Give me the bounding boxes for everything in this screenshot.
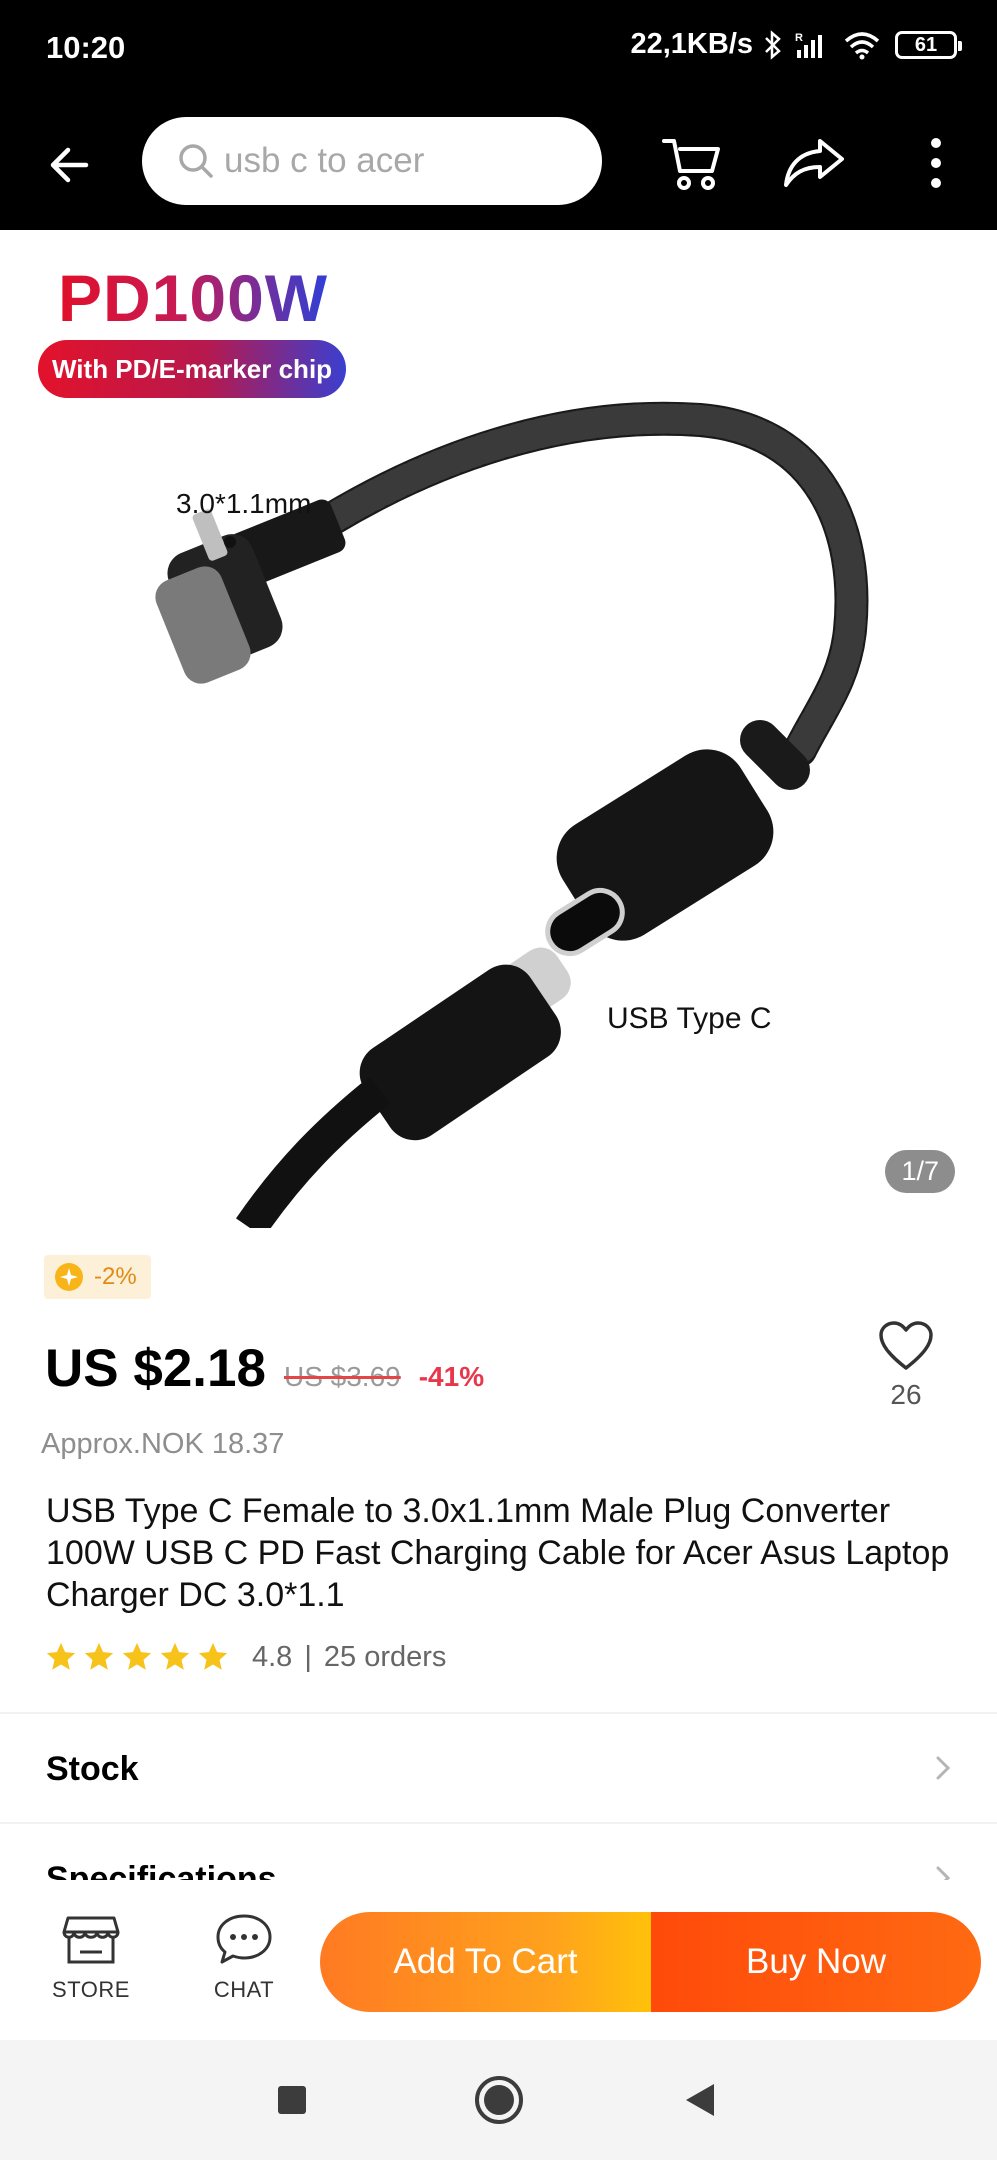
chat-label: CHAT: [213, 1977, 275, 2002]
wishlist-count: 26: [890, 1379, 922, 1410]
buy-now-button[interactable]: Buy Now: [651, 1912, 981, 2012]
battery-indicator: 61: [895, 30, 962, 59]
status-bar: 10:20 22,1KB/s R 61: [0, 0, 997, 95]
specifications-label: Specifications: [46, 1860, 277, 1880]
original-price: US $3.69: [283, 1361, 401, 1392]
star-icon: [198, 1642, 228, 1670]
top-nav: usb c to acer: [0, 95, 997, 230]
heart-icon: [879, 1321, 933, 1370]
chevron-right-icon: [936, 1866, 951, 1880]
bluetooth-icon: [765, 29, 781, 60]
coin-discount-badge[interactable]: -2%: [44, 1255, 151, 1299]
bottom-action-bar: STORE CHAT Add To Cart Buy Now: [0, 1880, 997, 2040]
status-time: 10:20: [46, 30, 126, 65]
image-label-dc: 3.0*1.1mm: [176, 488, 312, 519]
recents-button[interactable]: [262, 2070, 322, 2130]
image-label-usbc: USB Type C: [607, 1002, 772, 1035]
cart-button[interactable]: [660, 131, 724, 195]
rating-separator: |: [304, 1640, 312, 1673]
chevron-right-icon: [936, 1756, 951, 1780]
add-to-cart-button[interactable]: Add To Cart: [320, 1912, 651, 2012]
share-icon: [784, 139, 844, 187]
star-icon: [122, 1642, 152, 1670]
chat-button[interactable]: CHAT: [184, 1912, 304, 2003]
wishlist-button[interactable]: 26: [876, 1320, 936, 1411]
star-icon: [160, 1642, 190, 1670]
store-button[interactable]: STORE: [31, 1912, 151, 2003]
discount-percent: -41%: [418, 1361, 485, 1392]
approx-price: Approx.NOK 18.37: [41, 1428, 285, 1460]
price-row: US $2.18 US $3.69 -41%: [45, 1338, 484, 1399]
share-button[interactable]: [782, 131, 846, 195]
search-input[interactable]: usb c to acer: [142, 117, 602, 205]
signal-icon: R: [795, 32, 822, 58]
system-navigation-bar: [0, 2040, 997, 2160]
more-vertical-icon: [931, 138, 941, 188]
coin-icon: [55, 1263, 83, 1291]
specifications-row[interactable]: Specifications: [0, 1824, 997, 1880]
stock-label: Stock: [46, 1750, 139, 1788]
cart-icon: [662, 139, 720, 190]
coin-discount-text: -2%: [94, 1263, 137, 1290]
search-placeholder: usb c to acer: [224, 141, 425, 180]
star-icon: [46, 1642, 76, 1670]
home-circle-icon: [475, 2076, 523, 2124]
search-icon: [179, 144, 213, 178]
wifi-icon: [844, 31, 880, 59]
current-price: US $2.18: [45, 1339, 266, 1398]
system-back-button[interactable]: [672, 2070, 732, 2130]
store-icon: [62, 1916, 120, 1964]
store-label: STORE: [52, 1977, 130, 2002]
product-image-gallery[interactable]: PD100W With PD/E-marker chip 3.0*1.1mm U…: [0, 230, 997, 1228]
chat-icon: [216, 1914, 272, 1964]
triangle-back-icon: [686, 2084, 714, 2116]
back-button[interactable]: [42, 135, 102, 195]
gallery-page-indicator: 1/7: [885, 1150, 955, 1193]
square-icon: [278, 2086, 306, 2114]
rating-value: 4.8: [252, 1640, 293, 1673]
cable-photo: [155, 401, 869, 1228]
home-button[interactable]: [469, 2070, 529, 2130]
orders-count: 25 orders: [323, 1640, 447, 1673]
svg-text:R: R: [795, 32, 803, 44]
more-button[interactable]: [904, 131, 968, 195]
arrow-left-icon: [50, 147, 89, 183]
rating-row[interactable]: 4.8 | 25 orders: [44, 1640, 446, 1674]
stock-row[interactable]: Stock: [0, 1714, 997, 1822]
star-icon: [84, 1642, 114, 1670]
network-speed: 22,1KB/s: [630, 28, 753, 60]
product-title: USB Type C Female to 3.0x1.1mm Male Plug…: [46, 1492, 950, 1614]
status-indicators: 22,1KB/s R 61: [630, 28, 962, 61]
